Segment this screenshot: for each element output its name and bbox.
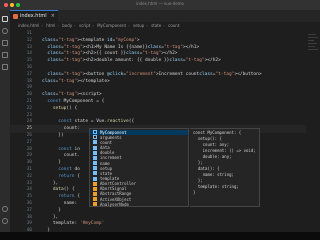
minimap-line <box>308 37 318 38</box>
property-icon <box>93 145 97 150</box>
breadcrumb-separator-icon: › <box>74 23 76 28</box>
minimap-line <box>308 34 316 35</box>
minimap-line <box>308 49 318 50</box>
screen-bottom-bezel <box>0 232 320 240</box>
breadcrumb-item[interactable]: body <box>62 23 72 28</box>
breadcrumb-item[interactable]: setup <box>133 23 144 28</box>
breadcrumb-item[interactable]: state <box>151 23 161 28</box>
extensions-icon[interactable] <box>2 64 8 70</box>
tab-index-html[interactable]: index.html × <box>10 10 58 22</box>
window-title: index.html — vue-demo <box>135 1 185 6</box>
breadcrumb-item[interactable]: html <box>46 23 55 28</box>
breadcrumb-item[interactable]: count <box>168 23 179 28</box>
suggestion-label: AnalyserNode <box>100 201 129 207</box>
breadcrumb-item[interactable]: script <box>79 23 90 28</box>
suggestion-detail-panel: const MyComponent: { setup(): { count: a… <box>190 128 260 207</box>
source-control-icon[interactable] <box>2 40 8 46</box>
breadcrumb-separator-icon: › <box>41 23 43 28</box>
minimap-line <box>308 46 315 47</box>
activity-bar <box>0 10 10 232</box>
variable-icon <box>93 135 97 140</box>
breadcrumb: index.html › html › body › script › MyCompon… <box>10 22 320 30</box>
breadcrumb-separator-icon: › <box>57 23 59 28</box>
breadcrumb-item[interactable]: index.html <box>18 23 39 28</box>
files-icon[interactable] <box>2 16 8 22</box>
class-icon <box>93 197 97 202</box>
class-icon <box>93 202 97 207</box>
breadcrumb-separator-icon: › <box>146 23 148 28</box>
property-icon <box>93 166 97 171</box>
class-icon <box>93 181 97 186</box>
html-file-icon <box>13 14 18 19</box>
search-icon[interactable] <box>2 28 8 34</box>
tab-label: index.html <box>20 13 47 19</box>
property-icon <box>93 150 97 155</box>
minimap-line <box>308 40 314 41</box>
screen-frame: index.html — vue-demo index.html × index… <box>0 0 320 240</box>
minimap-line <box>308 43 317 44</box>
property-icon <box>93 176 97 181</box>
minimap[interactable] <box>306 30 320 232</box>
account-icon[interactable] <box>2 206 8 212</box>
suggestion-item[interactable]: AnalyserNode <box>90 202 188 207</box>
property-icon <box>93 140 97 145</box>
autocomplete-suggestions[interactable]: MyComponent arguments count data double incre… <box>89 128 189 207</box>
breadcrumb-separator-icon: › <box>92 23 94 28</box>
editor-window: index.html — vue-demo index.html × index… <box>0 0 320 232</box>
variable-icon <box>93 130 97 135</box>
breadcrumb-item[interactable]: MyComponent <box>97 23 126 28</box>
property-icon <box>93 161 97 166</box>
debug-icon[interactable] <box>2 52 8 58</box>
title-bar: index.html — vue-demo <box>0 0 320 10</box>
breadcrumb-separator-icon: › <box>128 23 130 28</box>
class-icon <box>93 191 97 196</box>
class-icon <box>93 186 97 191</box>
editor-tabs: index.html × <box>10 10 320 22</box>
property-icon <box>93 171 97 176</box>
breadcrumb-separator-icon: › <box>163 23 165 28</box>
tab-close-icon[interactable]: × <box>51 11 55 22</box>
settings-gear-icon[interactable] <box>2 218 8 224</box>
property-icon <box>93 155 97 160</box>
